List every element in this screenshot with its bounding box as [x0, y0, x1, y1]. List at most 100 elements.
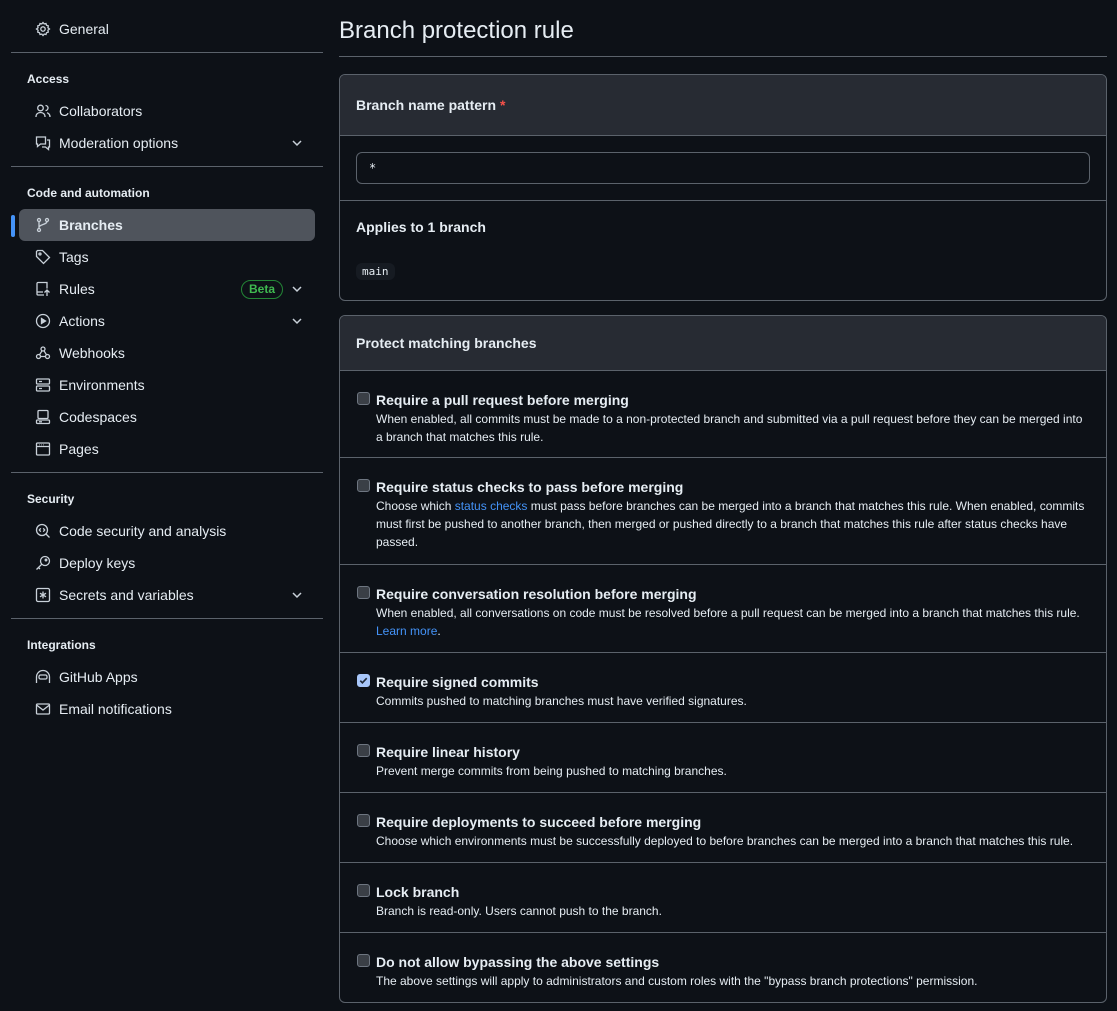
require-status-checks-checkbox[interactable] [357, 479, 370, 492]
require-pull-request-checkbox[interactable] [357, 392, 370, 405]
sidebar-item-actions[interactable]: Actions [19, 305, 315, 337]
option-description: Prevent merge commits from being pushed … [376, 764, 727, 778]
sidebar-item-code-security[interactable]: Code security and analysis [19, 515, 315, 547]
sidebar-heading-security: Security [27, 492, 75, 506]
title-divider [339, 56, 1107, 57]
gear-icon [35, 21, 51, 37]
branch-pattern-label: Branch name pattern [356, 97, 497, 113]
sidebar-item-label: Tags [59, 249, 89, 265]
require-deployments-checkbox[interactable] [357, 814, 370, 827]
chevron-down-icon[interactable] [289, 313, 305, 329]
option-description: When enabled, all commits must be made t… [376, 412, 1083, 444]
browser-icon [35, 441, 51, 457]
key-asterisk-icon [35, 587, 51, 603]
matching-branch-chip: main [356, 263, 395, 280]
require-linear-history-checkbox[interactable] [357, 744, 370, 757]
desc-text: Choose which [376, 499, 455, 513]
codescan-icon [35, 523, 51, 539]
sidebar-item-rules[interactable]: Rules Beta [19, 273, 315, 305]
settings-sidebar: General Access Collaborators Moderation … [11, 0, 323, 725]
sidebar-item-label: GitHub Apps [59, 669, 138, 685]
codespaces-icon [35, 409, 51, 425]
sidebar-item-label: Webhooks [59, 345, 125, 361]
option-require-signed-commits: Require signed commits Commits pushed to… [340, 653, 1106, 723]
sidebar-item-label: General [59, 21, 109, 37]
applies-section: Applies to 1 branch main [340, 201, 1106, 300]
option-title: Require a pull request before merging [376, 392, 629, 408]
copilot-icon [35, 669, 51, 685]
require-signed-commits-checkbox[interactable] [357, 674, 370, 687]
option-title: Lock branch [376, 884, 460, 900]
required-marker: * [500, 97, 506, 113]
sidebar-item-codespaces[interactable]: Codespaces [19, 401, 315, 433]
sidebar-item-label: Code security and analysis [59, 523, 227, 539]
lock-branch-checkbox[interactable] [357, 884, 370, 897]
sidebar-item-label: Branches [59, 217, 123, 233]
sidebar-heading-code-automation: Code and automation [27, 186, 150, 200]
sidebar-item-label: Codespaces [59, 409, 137, 425]
protect-branches-header: Protect matching branches [340, 316, 1106, 371]
sidebar-item-tags[interactable]: Tags [19, 241, 315, 273]
option-description: Choose which status checks must pass bef… [376, 497, 1090, 551]
sidebar-item-email-notifications[interactable]: Email notifications [19, 693, 315, 725]
no-bypass-checkbox[interactable] [357, 954, 370, 967]
option-require-status-checks: Require status checks to pass before mer… [340, 458, 1106, 565]
sidebar-item-deploy-keys[interactable]: Deploy keys [19, 547, 315, 579]
option-title: Require conversation resolution before m… [376, 586, 697, 602]
sidebar-item-branches[interactable]: Branches [11, 209, 315, 241]
option-description: Choose which environments must be succes… [376, 834, 1074, 848]
key-icon [35, 555, 51, 571]
sidebar-item-label: Email notifications [59, 701, 172, 717]
option-description: Branch is read-only. Users cannot push t… [376, 904, 662, 918]
option-no-bypass: Do not allow bypassing the above setting… [340, 933, 1106, 1002]
option-lock-branch: Lock branch Branch is read-only. Users c… [340, 863, 1106, 933]
repo-push-icon [35, 281, 51, 297]
chevron-down-icon[interactable] [289, 587, 305, 603]
option-require-deployments: Require deployments to succeed before me… [340, 793, 1106, 863]
option-require-linear-history: Require linear history Prevent merge com… [340, 723, 1106, 793]
webhook-icon [35, 345, 51, 361]
server-icon [35, 377, 51, 393]
sidebar-item-label: Collaborators [59, 103, 143, 119]
protect-branches-box: Protect matching branches Require a pull… [339, 315, 1107, 1003]
sidebar-item-webhooks[interactable]: Webhooks [19, 337, 315, 369]
mail-icon [35, 701, 51, 717]
option-title: Require signed commits [376, 674, 539, 690]
desc-text: . [437, 624, 441, 638]
sidebar-heading-integrations: Integrations [27, 638, 96, 652]
sidebar-item-moderation-options[interactable]: Moderation options [19, 127, 315, 159]
sidebar-item-github-apps[interactable]: GitHub Apps [19, 661, 315, 693]
applies-count: Applies to 1 branch [356, 219, 486, 235]
sidebar-item-label: Deploy keys [59, 555, 136, 571]
status-checks-link[interactable]: status checks [455, 499, 528, 513]
sidebar-item-label: Secrets and variables [59, 587, 194, 603]
require-conversation-resolution-checkbox[interactable] [357, 586, 370, 599]
beta-badge: Beta [240, 280, 283, 299]
option-require-pull-request: Require a pull request before merging Wh… [340, 371, 1106, 458]
branch-pattern-header: Branch name pattern * [340, 75, 1106, 136]
chevron-down-icon[interactable] [289, 135, 305, 151]
sidebar-item-environments[interactable]: Environments [19, 369, 315, 401]
people-icon [35, 103, 51, 119]
option-title: Require linear history [376, 744, 520, 760]
sidebar-item-collaborators[interactable]: Collaborators [19, 95, 315, 127]
sidebar-heading-access: Access [27, 72, 70, 86]
option-require-conversation-resolution: Require conversation resolution before m… [340, 565, 1106, 653]
branch-pattern-input[interactable] [356, 152, 1090, 184]
sidebar-item-general[interactable]: General [19, 13, 315, 45]
sidebar-item-label: Environments [59, 377, 145, 393]
sidebar-item-label: Moderation options [59, 135, 179, 151]
pattern-input-row [340, 136, 1106, 201]
sidebar-item-secrets-variables[interactable]: Secrets and variables [19, 579, 315, 611]
chevron-down-icon[interactable] [289, 281, 305, 297]
branch-pattern-box: Branch name pattern * Applies to 1 branc… [339, 74, 1107, 301]
sidebar-item-label: Rules [59, 281, 95, 297]
option-description: The above settings will apply to adminis… [376, 974, 978, 988]
sidebar-item-pages[interactable]: Pages [19, 433, 315, 465]
page-title: Branch protection rule [339, 17, 574, 44]
sidebar-item-label: Pages [59, 441, 99, 457]
git-branch-icon [35, 217, 51, 233]
learn-more-link[interactable]: Learn more [376, 624, 437, 638]
comment-discussion-icon [35, 135, 51, 151]
checkmark-icon [359, 677, 368, 684]
